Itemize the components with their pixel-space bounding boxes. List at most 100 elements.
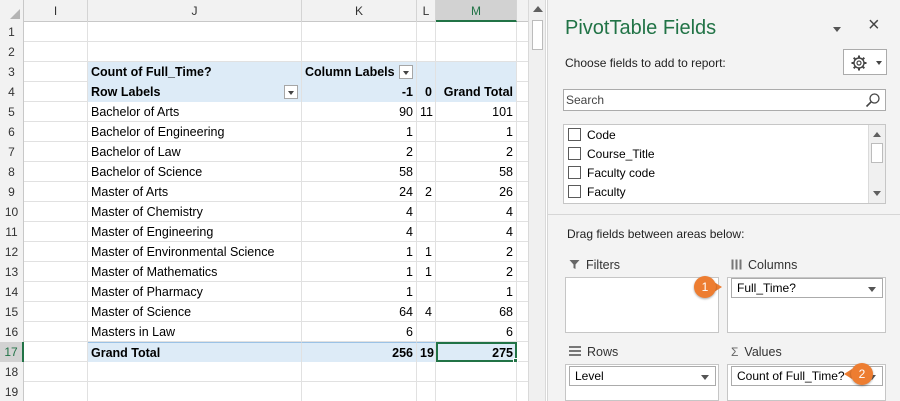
row-filter-dropdown-button[interactable] [284,85,298,99]
scrollbar-thumb[interactable] [871,143,883,163]
sheet-cell[interactable] [24,202,88,222]
column-filter-dropdown-button[interactable] [399,65,413,79]
row-header[interactable]: 10 [0,202,24,222]
sheet-cell[interactable] [24,282,88,302]
sheet-cell[interactable] [302,362,417,382]
pivot-total-cell[interactable]: 2 [436,242,517,262]
row-header[interactable]: 17 [0,342,24,362]
sheet-cell[interactable] [417,382,436,401]
pivot-row-label[interactable]: Bachelor of Arts [88,102,302,122]
pivot-value-cell[interactable]: 1 [417,242,436,262]
sheet-cell[interactable] [24,102,88,122]
pivot-value-cell[interactable]: 1 [302,242,417,262]
row-header[interactable]: 3 [0,62,24,82]
rows-field-chip[interactable]: Level [569,366,716,386]
grand-total-cell[interactable]: 256 [302,342,417,362]
pivot-value-cell[interactable]: 4 [302,202,417,222]
row-header[interactable]: 4 [0,82,24,102]
pivot-total-cell[interactable]: 68 [436,302,517,322]
row-header[interactable]: 15 [0,302,24,322]
row-header[interactable]: 8 [0,162,24,182]
search-input[interactable] [564,90,854,110]
spreadsheet-grid[interactable]: I J K L M 1 2 3 Count of Full_Time? Column L… [0,0,528,401]
column-header-i[interactable]: I [24,0,88,22]
sheet-cell[interactable] [417,22,436,42]
row-header[interactable]: 16 [0,322,24,342]
pivot-value-cell[interactable]: 1 [302,262,417,282]
selected-cell[interactable]: 275 [436,342,517,362]
pivot-value-cell[interactable] [417,282,436,302]
field-checkbox[interactable] [568,147,581,160]
pivot-total-cell[interactable]: 1 [436,122,517,142]
pivot-row-label[interactable]: Bachelor of Law [88,142,302,162]
sheet-cell[interactable] [24,22,88,42]
pivot-value-cell[interactable]: 2 [417,182,436,202]
pivot-value-cell[interactable]: 6 [302,322,417,342]
sheet-cell[interactable] [88,362,302,382]
field-item-faculty[interactable]: Faculty [568,183,626,202]
sheet-cell[interactable] [88,42,302,62]
pivot-value-cell[interactable]: 58 [302,162,417,182]
pivot-total-cell[interactable]: 4 [436,202,517,222]
sheet-cell[interactable] [24,142,88,162]
search-icon[interactable] [865,92,881,108]
chevron-down-icon[interactable] [701,375,709,380]
pivot-total-cell[interactable]: 1 [436,282,517,302]
field-item-course-title[interactable]: Course_Title [568,145,655,164]
pivot-value-cell[interactable] [417,142,436,162]
field-list-scrollbar[interactable] [868,125,885,203]
sheet-cell[interactable] [24,262,88,282]
column-header-k[interactable]: K [302,0,417,22]
pivot-row-label[interactable]: Master of Science [88,302,302,322]
sheet-cell[interactable] [436,362,517,382]
sheet-cell[interactable] [417,62,436,82]
pivot-total-cell[interactable]: 101 [436,102,517,122]
field-list[interactable]: Code Course_Title Faculty code Faculty [563,124,886,204]
sheet-cell[interactable] [24,242,88,262]
pivot-value-cell[interactable]: 4 [417,302,436,322]
pivot-col-header[interactable]: -1 [302,82,417,102]
column-header-l[interactable]: L [417,0,436,22]
pivot-total-cell[interactable]: 4 [436,222,517,242]
chevron-down-icon[interactable] [868,287,876,292]
scrollbar-thumb[interactable] [532,20,543,50]
pivot-row-label[interactable]: Master of Chemistry [88,202,302,222]
sheet-cell[interactable] [24,42,88,62]
pivot-row-label[interactable]: Master of Arts [88,182,302,202]
sheet-cell[interactable] [302,382,417,401]
sheet-cell[interactable] [24,382,88,401]
row-header[interactable]: 1 [0,22,24,42]
sheet-cell[interactable] [24,362,88,382]
sheet-cell[interactable] [24,342,88,362]
field-item-faculty-code[interactable]: Faculty code [568,164,655,183]
pivot-value-cell[interactable]: 4 [302,222,417,242]
pivot-value-cell[interactable]: 2 [302,142,417,162]
sheet-cell[interactable] [24,182,88,202]
row-header[interactable]: 19 [0,382,24,401]
sheet-cell[interactable] [24,82,88,102]
pivot-value-cell[interactable] [417,162,436,182]
sheet-cell[interactable] [88,382,302,401]
columns-drop-area[interactable]: Full_Time? [727,277,886,333]
row-header[interactable]: 14 [0,282,24,302]
pivot-value-cell[interactable] [417,122,436,142]
pivot-value-cell[interactable]: 24 [302,182,417,202]
pivot-value-cell[interactable] [417,322,436,342]
row-header[interactable]: 9 [0,182,24,202]
pivot-value-cell[interactable] [417,202,436,222]
pivot-value-cell[interactable]: 64 [302,302,417,322]
row-header[interactable]: 6 [0,122,24,142]
row-header[interactable]: 12 [0,242,24,262]
grand-total-label[interactable]: Grand Total [88,342,302,362]
sheet-cell[interactable] [417,362,436,382]
field-settings-button[interactable] [843,49,887,75]
row-header[interactable]: 11 [0,222,24,242]
pivot-value-header[interactable]: Count of Full_Time? [88,62,302,82]
row-header[interactable]: 18 [0,362,24,382]
sheet-cell[interactable] [417,42,436,62]
pivot-value-cell[interactable]: 1 [302,282,417,302]
column-header-m[interactable]: M [436,0,517,22]
sheet-cell[interactable] [24,322,88,342]
row-header[interactable]: 2 [0,42,24,62]
sheet-cell[interactable] [24,162,88,182]
